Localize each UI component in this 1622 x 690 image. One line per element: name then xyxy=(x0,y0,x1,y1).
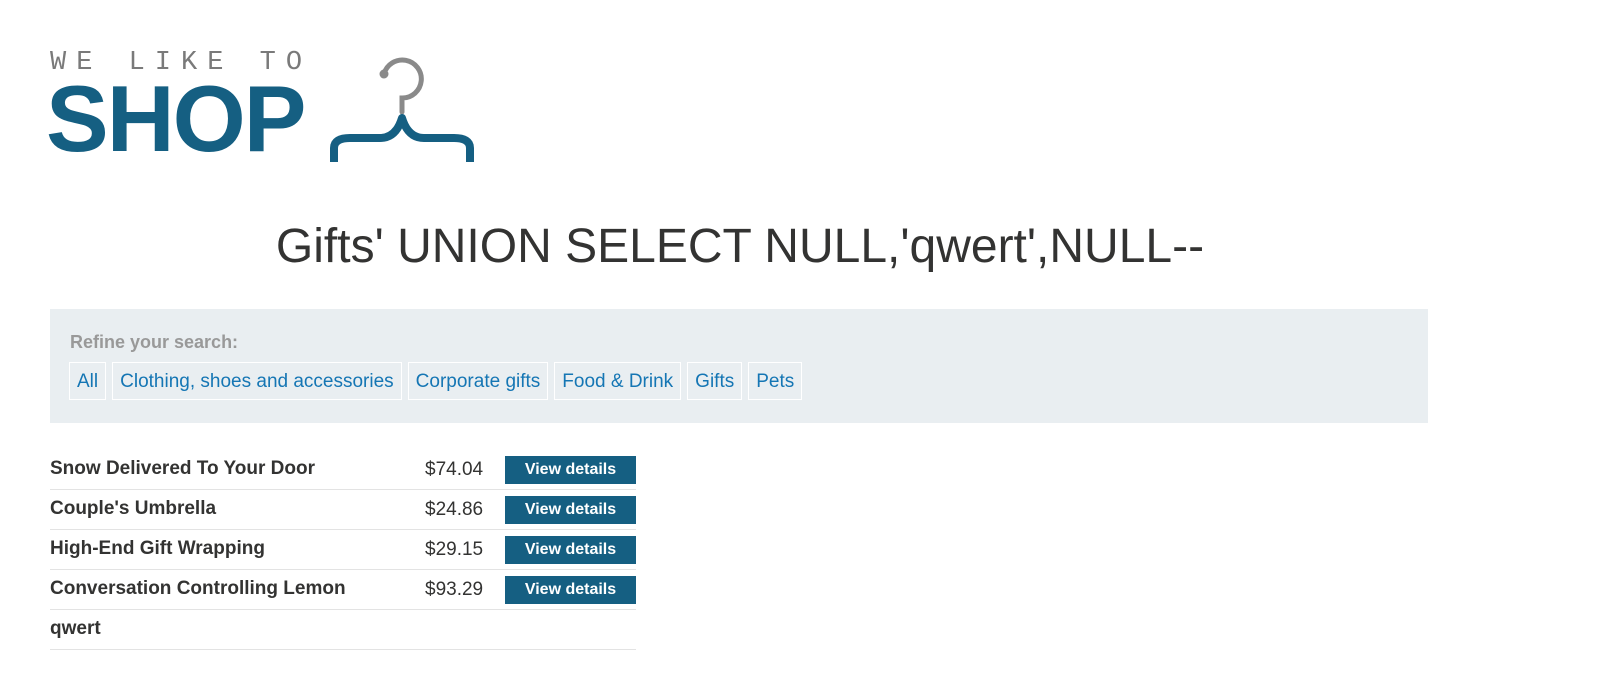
filter-link-corporate-gifts[interactable]: Corporate gifts xyxy=(407,362,549,400)
product-price: $93.29 xyxy=(425,579,484,600)
product-name: Couple's Umbrella xyxy=(50,498,217,519)
logo-wordmark: SHOP xyxy=(46,66,306,171)
product-price: $74.04 xyxy=(425,459,484,480)
product-name: qwert xyxy=(50,618,101,639)
filter-link-pets[interactable]: Pets xyxy=(748,362,803,400)
product-price: $29.15 xyxy=(425,539,484,560)
page: WE LIKE TO SHOP Gifts' UNION SELECT NULL… xyxy=(0,0,1622,690)
view-details-button[interactable]: View details xyxy=(505,456,636,484)
view-details-button[interactable]: View details xyxy=(505,576,636,604)
page-title: Gifts' UNION SELECT NULL,'qwert',NULL-- xyxy=(275,220,1205,273)
filter-link-all[interactable]: All xyxy=(69,362,107,400)
category-filter-list: All Clothing, shoes and accessories Corp… xyxy=(69,362,803,400)
view-details-button[interactable]: View details xyxy=(505,536,636,564)
product-table: Snow Delivered To Your Door $74.04 View … xyxy=(50,450,636,650)
filter-link-food-drink[interactable]: Food & Drink xyxy=(554,362,682,400)
product-name: Snow Delivered To Your Door xyxy=(50,458,315,479)
table-row: Snow Delivered To Your Door $74.04 View … xyxy=(50,450,636,490)
product-name: High-End Gift Wrapping xyxy=(50,538,265,559)
table-row: qwert xyxy=(50,610,636,650)
shop-logo[interactable]: WE LIKE TO SHOP xyxy=(46,44,490,174)
product-name: Conversation Controlling Lemon xyxy=(50,578,346,599)
search-filter-panel: Refine your search: All Clothing, shoes … xyxy=(50,309,1428,423)
table-row: Couple's Umbrella $24.86 View details xyxy=(50,490,636,530)
filter-label: Refine your search: xyxy=(70,332,239,352)
table-row: Conversation Controlling Lemon $93.29 Vi… xyxy=(50,570,636,610)
filter-link-gifts[interactable]: Gifts xyxy=(687,362,743,400)
view-details-button[interactable]: View details xyxy=(505,496,636,524)
hanger-icon xyxy=(330,57,474,162)
product-price: $24.86 xyxy=(425,499,484,520)
filter-link-clothing[interactable]: Clothing, shoes and accessories xyxy=(112,362,402,400)
table-row: High-End Gift Wrapping $29.15 View detai… xyxy=(50,530,636,570)
